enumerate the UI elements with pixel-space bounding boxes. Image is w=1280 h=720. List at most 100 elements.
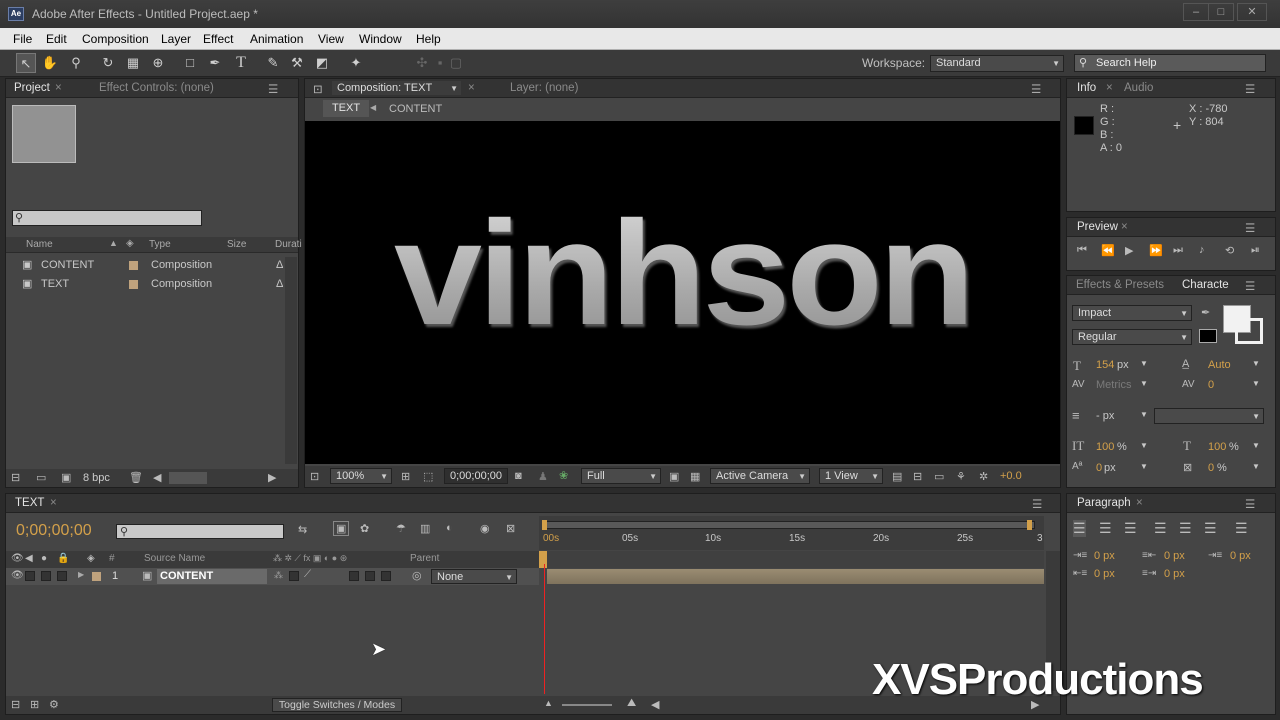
chevron-down-icon[interactable]: ▼ bbox=[1140, 462, 1148, 471]
justify-all-icon[interactable]: ☰ bbox=[1235, 520, 1248, 537]
table-row[interactable]: 👁 ▶ 1 ▣ CONTENT ⁂ ⟋ ◎ None bbox=[6, 568, 539, 585]
tab-timeline-text[interactable]: TEXT bbox=[15, 497, 44, 509]
justify-left-icon[interactable]: ☰ bbox=[1154, 520, 1167, 537]
region-of-interest-icon[interactable]: ▣ bbox=[669, 470, 679, 483]
baseline-shift-value[interactable]: 0 bbox=[1096, 462, 1102, 474]
timeline-search-input[interactable]: ⚲ bbox=[116, 524, 284, 539]
menu-composition[interactable]: Composition bbox=[82, 32, 149, 46]
stroke-style-select[interactable] bbox=[1154, 408, 1264, 424]
menu-effect[interactable]: Effect bbox=[203, 32, 233, 46]
flowchart-icon[interactable]: ⚘ bbox=[956, 470, 966, 483]
space-after-value[interactable]: 0 px bbox=[1164, 568, 1185, 580]
label-color-swatch[interactable] bbox=[129, 280, 138, 289]
chevron-down-icon[interactable]: ▼ bbox=[1252, 462, 1260, 471]
panel-menu-icon[interactable]: ☰ bbox=[1031, 82, 1041, 96]
zoom-select[interactable]: 100% bbox=[330, 468, 392, 484]
tab-layer[interactable]: Layer: (none) bbox=[510, 82, 578, 94]
rotate-tool-icon[interactable]: ↻ bbox=[98, 53, 118, 73]
comp-text-layer[interactable]: vinhson bbox=[305, 189, 1060, 359]
zoom-out-icon[interactable]: ▲ bbox=[544, 698, 553, 708]
parent-select[interactable]: None bbox=[431, 569, 517, 585]
close-icon[interactable]: × bbox=[1106, 82, 1113, 94]
audio-checkbox[interactable] bbox=[25, 571, 35, 581]
camera-view-select[interactable]: Active Camera bbox=[710, 468, 810, 484]
mask-toggle-icon[interactable]: ⬚ bbox=[423, 470, 433, 483]
work-area-end-handle[interactable] bbox=[1027, 520, 1032, 530]
chevron-down-icon[interactable]: ▼ bbox=[1140, 359, 1148, 368]
menu-edit[interactable]: Edit bbox=[46, 32, 67, 46]
indent-first-value[interactable]: 0 px bbox=[1230, 550, 1251, 562]
font-size-value[interactable]: 154 bbox=[1096, 359, 1114, 371]
close-icon[interactable]: × bbox=[50, 497, 57, 509]
breadcrumb-text[interactable]: TEXT bbox=[323, 100, 369, 117]
menu-help[interactable]: Help bbox=[416, 32, 441, 46]
font-style-select[interactable]: Regular bbox=[1072, 329, 1192, 345]
tracking-value[interactable]: 0 bbox=[1208, 379, 1214, 391]
scrollbar-thumb[interactable] bbox=[169, 472, 207, 484]
channel-icon[interactable]: ❀ bbox=[559, 469, 568, 482]
3d-layer-checkbox[interactable] bbox=[381, 571, 391, 581]
work-area-start-handle[interactable] bbox=[542, 520, 547, 530]
brainstorm-icon[interactable]: ◉ bbox=[480, 522, 490, 535]
maximize-icon[interactable]: □ bbox=[1208, 3, 1234, 21]
reset-exposure-icon[interactable]: ✲ bbox=[979, 470, 988, 483]
search-help-input[interactable]: ⚲ Search Help bbox=[1074, 54, 1266, 72]
scrollbar[interactable] bbox=[285, 257, 297, 464]
justify-center-icon[interactable]: ☰ bbox=[1179, 520, 1192, 537]
transparency-grid-icon[interactable]: ▦ bbox=[690, 470, 700, 483]
font-family-select[interactable]: Impact bbox=[1072, 305, 1192, 321]
timeline-icon[interactable]: ▭ bbox=[934, 470, 944, 483]
pan-behind-tool-icon[interactable]: ⊕ bbox=[148, 53, 168, 73]
eye-icon[interactable]: 👁 bbox=[11, 570, 24, 581]
transfer-controls-icon[interactable]: ⊞ bbox=[30, 698, 39, 711]
align-left-icon[interactable]: ☰ bbox=[1073, 520, 1086, 537]
solo-checkbox[interactable] bbox=[41, 571, 51, 581]
clone-stamp-tool-icon[interactable]: ⚒ bbox=[287, 53, 307, 73]
toggle-switches-modes-button[interactable]: Toggle Switches / Modes bbox=[272, 698, 402, 712]
time-ruler[interactable]: 00s 05s 10s 15s 20s 25s 3 bbox=[539, 516, 1044, 550]
close-icon[interactable]: × bbox=[468, 82, 475, 94]
layer-duration-bar[interactable] bbox=[547, 569, 1044, 584]
label-color-swatch[interactable] bbox=[129, 261, 138, 270]
zoom-slider[interactable] bbox=[562, 704, 612, 706]
hand-tool-icon[interactable]: ✋ bbox=[40, 53, 60, 73]
lock-icon[interactable]: ⊡ bbox=[313, 82, 323, 96]
align-right-icon[interactable]: ☰ bbox=[1124, 520, 1137, 537]
tab-effect-controls[interactable]: Effect Controls: (none) bbox=[99, 82, 214, 94]
close-icon[interactable]: ✕ bbox=[1237, 3, 1267, 21]
col-duration[interactable]: Durati bbox=[275, 239, 302, 250]
timeline-current-time[interactable]: 0;00;00;00 bbox=[16, 522, 92, 540]
view-layout-select[interactable]: 1 View bbox=[819, 468, 883, 484]
menu-view[interactable]: View bbox=[318, 32, 344, 46]
indent-right-value[interactable]: 0 px bbox=[1164, 550, 1185, 562]
panel-menu-icon[interactable]: ☰ bbox=[1245, 279, 1255, 293]
stroke-width-value[interactable]: - px bbox=[1096, 410, 1114, 422]
work-area-bar[interactable] bbox=[543, 521, 1035, 529]
project-search-input[interactable]: ⚲ bbox=[12, 210, 202, 226]
puppet-tool-icon[interactable]: ✦ bbox=[346, 53, 366, 73]
playhead-handle[interactable] bbox=[539, 551, 547, 568]
close-icon[interactable]: × bbox=[1121, 221, 1128, 233]
chevron-down-icon[interactable]: ▼ bbox=[1140, 410, 1148, 419]
selection-tool-icon[interactable]: ↖ bbox=[16, 53, 36, 73]
tab-project[interactable]: Project bbox=[14, 82, 50, 94]
layer-switches-icon[interactable]: ⊟ bbox=[11, 698, 20, 711]
col-name[interactable]: Name bbox=[26, 239, 53, 250]
motion-blur-icon[interactable]: ◐ bbox=[446, 522, 453, 534]
eraser-tool-icon[interactable]: ◩ bbox=[312, 53, 332, 73]
rectangle-tool-icon[interactable]: □ bbox=[180, 53, 200, 73]
loop-icon[interactable]: ⟲ bbox=[1225, 244, 1234, 257]
label-color-swatch[interactable] bbox=[92, 572, 101, 581]
col-parent[interactable]: Parent bbox=[410, 553, 439, 564]
tsume-value[interactable]: 0 bbox=[1208, 462, 1214, 474]
zoom-tool-icon[interactable]: ⚲ bbox=[66, 53, 86, 73]
audio-icon[interactable]: ♪ bbox=[1199, 244, 1205, 256]
scroll-left-icon[interactable]: ◀ bbox=[153, 471, 161, 484]
pick-whip-icon[interactable]: ◎ bbox=[412, 569, 422, 582]
layer-name[interactable]: CONTENT bbox=[157, 569, 267, 584]
expand-arrow-icon[interactable]: ▶ bbox=[78, 570, 84, 579]
current-time-display[interactable]: 0;00;00;00 bbox=[444, 468, 508, 484]
minimize-icon[interactable]: – bbox=[1183, 3, 1209, 21]
graph-editor-icon[interactable]: ⊠ bbox=[506, 522, 515, 535]
col-size[interactable]: Size bbox=[227, 239, 246, 250]
